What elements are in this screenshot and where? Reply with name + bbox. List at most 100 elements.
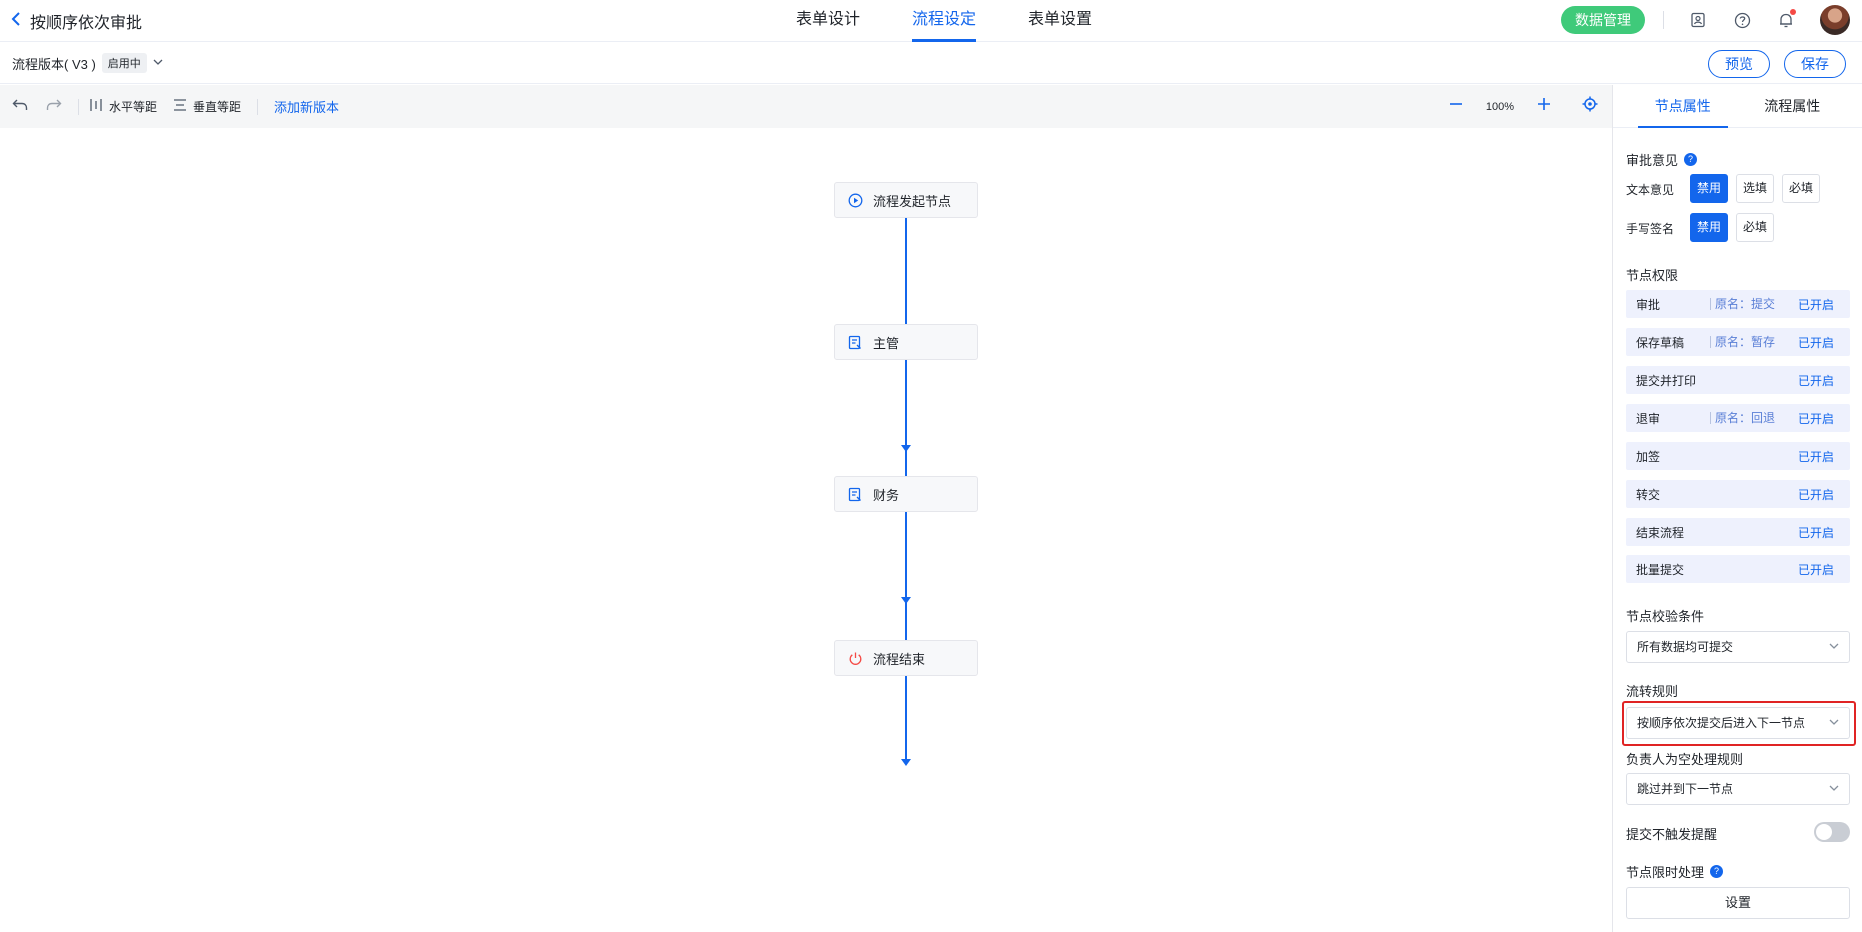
vertical-spacing-button[interactable]: 垂直等距 — [173, 98, 241, 115]
permission-row[interactable]: 批量提交 已开启 — [1626, 555, 1850, 583]
signature-disabled[interactable]: 禁用 — [1690, 213, 1728, 242]
redo-icon[interactable] — [44, 96, 64, 117]
permission-state: 已开启 — [1797, 373, 1834, 388]
empty-assignee-rule-title: 负责人为空处理规则 — [1626, 752, 1744, 767]
save-button[interactable]: 保存 — [1784, 50, 1846, 78]
permission-row[interactable]: 审批 原名：提交 已开启 — [1626, 290, 1850, 318]
tab-form-settings[interactable]: 表单设置 — [1002, 0, 1118, 42]
horizontal-distribute-icon — [89, 98, 103, 115]
flow-node-manager[interactable]: 主管 — [834, 324, 978, 360]
flow-node-start[interactable]: 流程发起节点 — [834, 182, 978, 218]
flow-connector — [905, 512, 907, 760]
header-tabs: 表单设计 流程设定 表单设置 — [770, 0, 1118, 42]
permission-name: 批量提交 — [1636, 562, 1685, 577]
select-value: 跳过并到下一节点 — [1637, 782, 1734, 796]
panel-tabs: 节点属性 流程属性 — [1613, 85, 1862, 128]
tab-form-design[interactable]: 表单设计 — [770, 0, 886, 42]
help-icon[interactable]: ? — [1710, 865, 1724, 878]
permission-original-name: 原名：暂存 — [1710, 336, 1775, 348]
data-manage-button[interactable]: 数据管理 — [1561, 6, 1645, 34]
help-icon[interactable]: ? — [1684, 153, 1698, 166]
tab-flow-properties[interactable]: 流程属性 — [1738, 85, 1848, 127]
canvas-toolbar: 水平等距 垂直等距 添加新版本 100% — [0, 85, 1612, 128]
time-limit-title: 节点限时处理 ? — [1626, 862, 1724, 881]
permission-state: 已开启 — [1797, 525, 1834, 540]
help-icon[interactable] — [1731, 9, 1753, 31]
select-value: 按顺序依次提交后进入下一节点 — [1637, 716, 1806, 730]
vertical-spacing-label: 垂直等距 — [193, 100, 242, 114]
contacts-icon[interactable] — [1687, 9, 1709, 31]
text-opinion-label: 文本意见 — [1626, 183, 1675, 197]
text-opinion-optional[interactable]: 选填 — [1736, 174, 1774, 203]
permission-name: 结束流程 — [1636, 525, 1685, 540]
flow-rule-select[interactable]: 按顺序依次提交后进入下一节点 — [1626, 707, 1850, 739]
flow-node-finance[interactable]: 财务 — [834, 476, 978, 512]
permission-row[interactable]: 转交 已开启 — [1626, 480, 1850, 508]
flow-node-label: 流程结束 — [873, 651, 926, 667]
undo-icon[interactable] — [10, 96, 30, 117]
version-label: 流程版本( V3 ) — [12, 56, 96, 72]
permission-row[interactable]: 加签 已开启 — [1626, 442, 1850, 470]
permission-row[interactable]: 退审 原名：回退 已开启 — [1626, 404, 1850, 432]
status-badge: 启用中 — [101, 53, 147, 73]
flow-node-label: 主管 — [873, 335, 900, 351]
zoom-level: 100% — [1485, 100, 1514, 113]
permission-name: 转交 — [1636, 487, 1661, 502]
permission-name: 审批 — [1636, 297, 1661, 312]
permission-row[interactable]: 提交并打印 已开启 — [1626, 366, 1850, 394]
permission-state: 已开启 — [1797, 335, 1834, 350]
permission-name: 加签 — [1636, 449, 1661, 464]
bell-icon[interactable] — [1775, 9, 1797, 31]
properties-panel: 节点属性 流程属性 审批意见 ? 文本意见 禁用 选填 必填 手写签名 禁用 必… — [1612, 85, 1862, 932]
divider — [1663, 11, 1664, 29]
locate-icon[interactable] — [1582, 95, 1598, 118]
tab-node-properties[interactable]: 节点属性 — [1628, 85, 1738, 128]
approval-form-icon — [847, 334, 863, 350]
divider — [257, 98, 259, 115]
notification-dot — [1790, 9, 1796, 15]
horizontal-spacing-button[interactable]: 水平等距 — [89, 98, 157, 115]
text-opinion-disabled[interactable]: 禁用 — [1690, 174, 1728, 203]
chevron-down-icon — [153, 57, 163, 69]
header-actions: 数据管理 — [1561, 5, 1850, 35]
tab-flow-setting[interactable]: 流程设定 — [886, 0, 1002, 42]
zoom-out-icon[interactable] — [1448, 95, 1464, 118]
text-opinion-required[interactable]: 必填 — [1782, 174, 1820, 203]
permission-row[interactable]: 保存草稿 原名：暂存 已开启 — [1626, 328, 1850, 356]
validation-select[interactable]: 所有数据均可提交 — [1626, 631, 1850, 663]
permission-row[interactable]: 结束流程 已开启 — [1626, 518, 1850, 546]
permission-name: 保存草稿 — [1636, 335, 1685, 350]
permission-name: 退审 — [1636, 411, 1661, 426]
approval-form-icon — [847, 486, 863, 502]
no-remind-title: 提交不触发提醒 — [1626, 827, 1718, 842]
divider — [78, 98, 79, 115]
validation-title: 节点校验条件 — [1626, 609, 1705, 624]
top-bar: 按顺序依次审批 表单设计 流程设定 表单设置 数据管理 — [0, 0, 1862, 42]
avatar[interactable] — [1820, 5, 1850, 35]
chevron-down-icon — [1829, 708, 1839, 738]
empty-assignee-rule-select[interactable]: 跳过并到下一节点 — [1626, 773, 1850, 805]
chevron-down-icon — [1829, 774, 1839, 804]
toggle-knob — [1816, 824, 1832, 840]
app-title: 按顺序依次审批 — [30, 15, 143, 32]
back-button[interactable]: 按顺序依次审批 — [10, 9, 142, 33]
time-limit-settings-button[interactable]: 设置 — [1626, 887, 1850, 919]
signature-label: 手写签名 — [1626, 222, 1675, 236]
signature-required[interactable]: 必填 — [1736, 213, 1774, 242]
horizontal-spacing-label: 水平等距 — [109, 100, 158, 114]
version-selector[interactable]: 流程版本( V3 ) 启用中 — [12, 53, 163, 73]
vertical-distribute-icon — [173, 98, 187, 115]
permission-state: 已开启 — [1797, 487, 1834, 502]
permission-original-name: 原名：提交 — [1710, 298, 1775, 310]
flow-node-end[interactable]: 流程结束 — [834, 640, 978, 676]
select-value: 所有数据均可提交 — [1637, 640, 1734, 654]
preview-button[interactable]: 预览 — [1708, 50, 1770, 78]
flow-node-label: 财务 — [873, 487, 900, 503]
add-version-link[interactable]: 添加新版本 — [274, 97, 339, 116]
power-icon — [847, 650, 863, 666]
flow-canvas[interactable]: 流程发起节点 主管 财务 流程结束 — [0, 128, 1612, 932]
no-remind-toggle[interactable] — [1814, 822, 1850, 842]
permission-state: 已开启 — [1797, 297, 1834, 312]
zoom-in-icon[interactable] — [1536, 95, 1552, 118]
permission-original-name: 原名：回退 — [1710, 412, 1775, 424]
